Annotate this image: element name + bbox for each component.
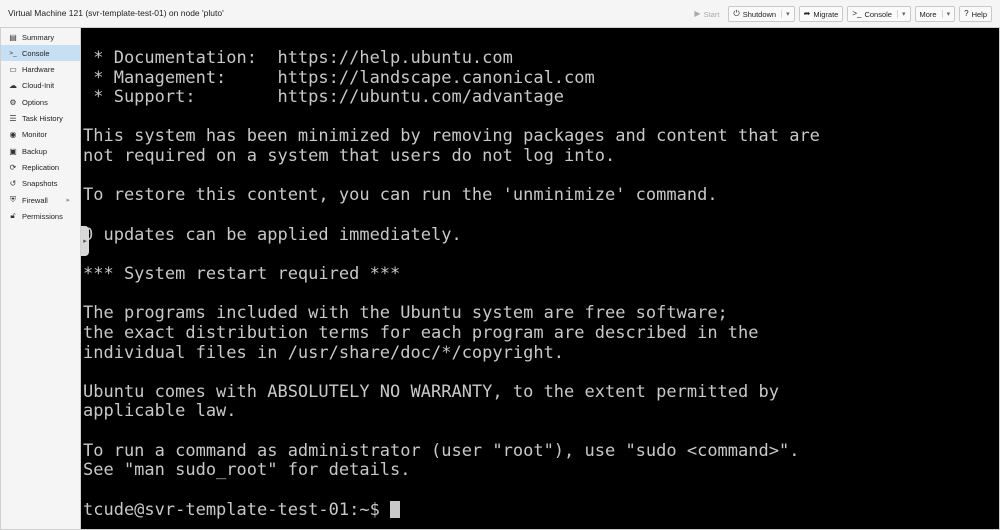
sidebar-item-cloud-init[interactable]: ☁ Cloud-Init <box>1 77 80 93</box>
list-icon: ☰ <box>9 113 17 123</box>
sidebar-item-label: Task History <box>22 113 63 123</box>
sidebar-item-monitor[interactable]: ◉ Monitor <box>1 126 80 142</box>
console-line: individual files in /usr/share/doc/*/cop… <box>83 343 565 363</box>
sidebar-item-label: Hardware <box>22 64 55 74</box>
chevron-right-icon[interactable]: ▸ <box>66 196 70 204</box>
sidebar-item-label: Backup <box>22 146 48 156</box>
power-icon: ⏻ <box>733 9 740 18</box>
sidebar-item-console[interactable]: >_ Console <box>1 45 80 61</box>
sidebar-item-label: Snapshots <box>22 178 58 188</box>
sidebar-item-label: Summary <box>22 32 55 42</box>
more-button[interactable]: More ▾ <box>914 6 956 22</box>
terminal-icon: >_ <box>852 9 862 18</box>
console-prompt: tcude@svr-template-test-01:~$ <box>83 500 391 520</box>
sidebar-item-options[interactable]: ⚙ Options <box>1 94 80 110</box>
sync-icon: ⟳ <box>9 162 17 172</box>
history-icon: ↺ <box>9 178 17 188</box>
console-line: * Documentation: https://help.ubuntu.com <box>83 48 513 68</box>
console-line: applicable law. <box>83 401 237 421</box>
start-label: Start <box>703 9 720 19</box>
migrate-icon: ➦ <box>803 9 811 18</box>
console-line: 0 updates can be applied immediately. <box>83 225 462 245</box>
start-button[interactable]: ▶ Start <box>689 6 724 22</box>
eye-icon: ◉ <box>9 129 17 139</box>
chevron-down-icon[interactable]: ▾ <box>781 10 790 18</box>
unlock-icon: 🔓︎ <box>10 211 16 220</box>
help-label: Help <box>971 9 987 19</box>
chevron-down-icon[interactable]: ▾ <box>896 10 906 18</box>
shutdown-label: Shutdown <box>742 9 777 19</box>
console-button[interactable]: >_ Console ▾ <box>847 6 911 22</box>
migrate-label: Migrate <box>813 9 839 19</box>
sidebar-item-firewall[interactable]: ⛨ Firewall ▸ <box>1 192 80 208</box>
console-line: This system has been minimized by removi… <box>83 126 820 146</box>
console-line: * Support: https://ubuntu.com/advantage <box>83 87 565 107</box>
floppy-icon: ▣ <box>9 146 17 156</box>
cloud-icon: ☁ <box>9 80 17 90</box>
sidebar-item-permissions[interactable]: 🔓︎ Permissions <box>1 208 80 224</box>
console-line: To restore this content, you can run the… <box>83 185 718 205</box>
chevron-down-icon: ▾ <box>941 10 950 18</box>
console-line: not required on a system that users do n… <box>83 146 616 166</box>
sidebar-item-label: Monitor <box>22 129 48 139</box>
sidebar-item-label: Firewall <box>22 195 48 205</box>
sidebar-item-snapshots[interactable]: ↺ Snapshots <box>1 175 80 191</box>
header-bar: Virtual Machine 121 (svr-template-test-0… <box>0 0 1000 28</box>
sidebar-item-label: Permissions <box>22 211 63 221</box>
console-line: The programs included with the Ubuntu sy… <box>83 303 728 323</box>
sidebar-item-backup[interactable]: ▣ Backup <box>1 143 80 159</box>
window-title: Virtual Machine 121 (svr-template-test-0… <box>8 8 224 18</box>
sidebar-item-label: Replication <box>22 162 60 172</box>
console-line: To run a command as administrator (user … <box>83 441 800 461</box>
toolbar: ▶ Start ⏻ Shutdown ▾ ➦ Migrate >_ Consol… <box>685 6 992 22</box>
summary-icon: ▤ <box>9 32 17 42</box>
console-line: the exact distribution terms for each pr… <box>83 323 759 343</box>
monitor-icon: ▭ <box>9 64 17 74</box>
terminal-icon: >_ <box>9 49 17 57</box>
play-icon: ▶ <box>694 9 701 18</box>
sidebar-item-label: Cloud-Init <box>22 80 55 90</box>
vm-console-screen[interactable]: * Documentation: https://help.ubuntu.com… <box>81 28 999 529</box>
sidebar-item-label: Console <box>22 48 50 58</box>
sidebar-item-label: Options <box>22 97 48 107</box>
sidebar-item-hardware[interactable]: ▭ Hardware <box>1 61 80 77</box>
console-line: *** System restart required *** <box>83 264 401 284</box>
console-line: See "man sudo_root" for details. <box>83 460 411 480</box>
shield-icon: ⛨ <box>10 195 16 204</box>
migrate-button[interactable]: ➦ Migrate <box>798 6 844 22</box>
help-icon: ? <box>964 9 969 18</box>
console-label: Console <box>864 9 892 19</box>
help-button[interactable]: ? Help <box>959 6 992 22</box>
shutdown-button[interactable]: ⏻ Shutdown ▾ <box>728 6 795 22</box>
gear-icon: ⚙ <box>9 97 17 107</box>
sidebar-item-replication[interactable]: ⟳ Replication <box>1 159 80 175</box>
console-line: * Management: https://landscape.canonica… <box>83 68 595 88</box>
console-prompt-line: tcude@svr-template-test-01:~$ <box>83 500 401 520</box>
sidebar-nav: ▤ Summary >_ Console ▭ Hardware ☁ Cloud-… <box>1 28 81 529</box>
terminal-cursor <box>390 501 401 518</box>
sidebar-collapse-handle[interactable]: ▸ <box>81 226 89 256</box>
more-label: More <box>919 9 937 19</box>
console-line: Ubuntu comes with ABSOLUTELY NO WARRANTY… <box>83 382 779 402</box>
sidebar-item-task-history[interactable]: ☰ Task History <box>1 110 80 126</box>
chevron-right-icon: ▸ <box>83 238 87 245</box>
sidebar-item-summary[interactable]: ▤ Summary <box>1 29 80 45</box>
